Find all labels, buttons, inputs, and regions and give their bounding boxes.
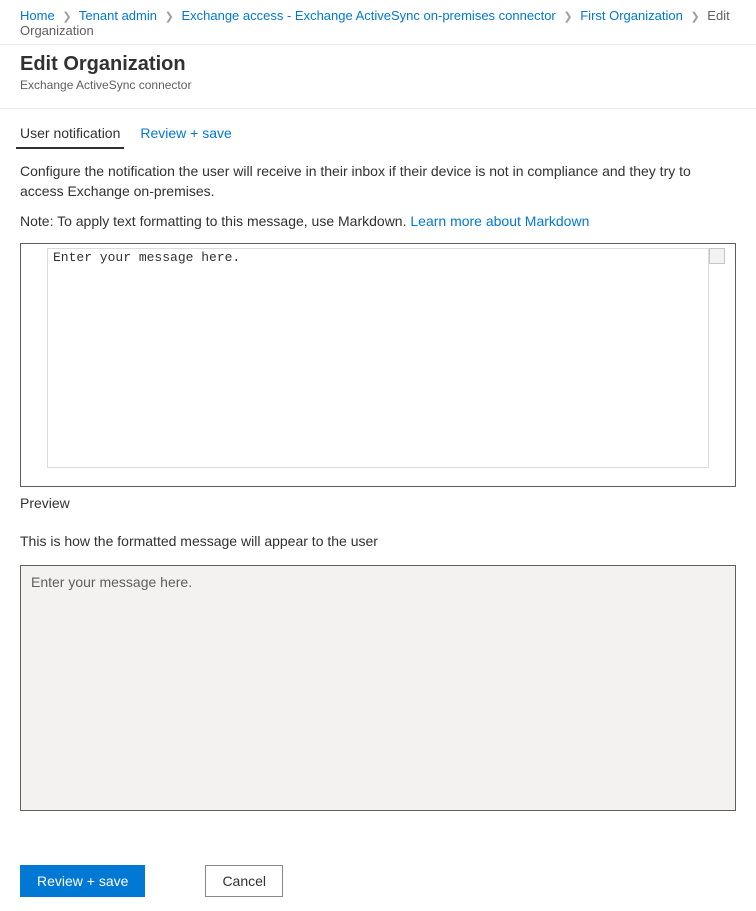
preview-heading: Preview xyxy=(20,495,736,511)
chevron-right-icon: ❯ xyxy=(62,11,71,23)
learn-more-link[interactable]: Learn more about Markdown xyxy=(410,213,589,229)
scroll-up-icon[interactable] xyxy=(709,248,725,264)
page-header: Edit Organization Exchange ActiveSync co… xyxy=(0,45,756,108)
breadcrumb-link-first-organization[interactable]: First Organization xyxy=(580,8,683,23)
preview-description: This is how the formatted message will a… xyxy=(20,533,736,549)
preview-content: Enter your message here. xyxy=(31,574,192,590)
chevron-right-icon: ❯ xyxy=(563,11,572,23)
editor-placeholder: Enter your message here. xyxy=(48,249,708,266)
note-text: Note: To apply text formatting to this m… xyxy=(20,213,736,229)
description-text: Configure the notification the user will… xyxy=(20,161,736,201)
message-editor[interactable]: Enter your message here. xyxy=(20,243,736,487)
preview-box: Enter your message here. xyxy=(20,565,736,811)
footer-actions: Review + save Cancel xyxy=(0,851,756,911)
chevron-right-icon: ❯ xyxy=(690,11,699,23)
breadcrumb-link-tenant-admin[interactable]: Tenant admin xyxy=(79,8,157,23)
tabs: User notification Review + save xyxy=(0,109,756,149)
tab-user-notification[interactable]: User notification xyxy=(20,125,120,149)
tab-review-save[interactable]: Review + save xyxy=(140,125,231,149)
breadcrumb-link-home[interactable]: Home xyxy=(20,8,55,23)
chevron-right-icon: ❯ xyxy=(165,11,174,23)
page-title: Edit Organization xyxy=(20,53,736,76)
breadcrumb-link-exchange-access[interactable]: Exchange access - Exchange ActiveSync on… xyxy=(181,8,555,23)
page-subtitle: Exchange ActiveSync connector xyxy=(20,78,736,92)
breadcrumb: Home ❯ Tenant admin ❯ Exchange access - … xyxy=(0,0,756,45)
cancel-button[interactable]: Cancel xyxy=(205,865,283,897)
review-save-button[interactable]: Review + save xyxy=(20,865,145,897)
note-prefix: Note: To apply text formatting to this m… xyxy=(20,213,410,229)
content-area: Configure the notification the user will… xyxy=(0,149,756,811)
